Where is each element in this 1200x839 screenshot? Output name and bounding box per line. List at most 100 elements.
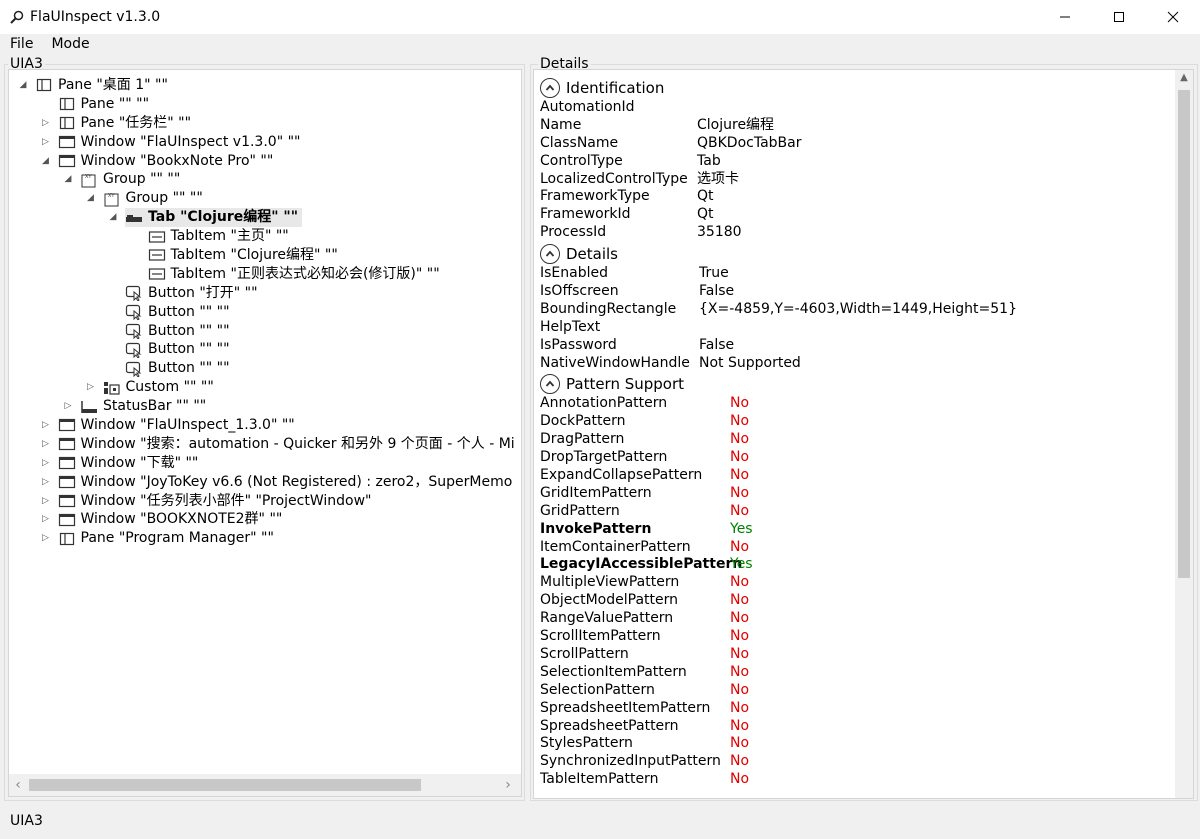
tree-item[interactable]: ▷ Window "FlaUInspect_1.3.0" "" xyxy=(9,416,521,435)
expand-arrow-icon[interactable]: ▷ xyxy=(40,416,52,434)
tree-node[interactable]: TabItem "主页" "" xyxy=(148,227,289,246)
tree-node[interactable]: XY Group "" "" xyxy=(80,170,180,189)
tree-item-label: Custom "" "" xyxy=(125,379,214,396)
expand-arrow-icon[interactable]: ▷ xyxy=(85,379,97,397)
property-value: False xyxy=(699,336,735,353)
tree-item[interactable]: ◢ Window "BookxNote Pro" "" xyxy=(9,152,521,171)
property-value: No xyxy=(730,717,750,734)
window-icon xyxy=(58,417,76,433)
tree-node[interactable]: Window "JoyToKey v6.6 (Not Registered) :… xyxy=(58,473,512,492)
tree-node[interactable]: Button "打开" "" xyxy=(125,284,258,303)
tree-node[interactable]: Window "BOOKXNOTE2群" "" xyxy=(58,510,282,529)
collapse-arrow-icon[interactable]: ◢ xyxy=(17,76,29,94)
tree-node[interactable]: Pane "" "" xyxy=(58,95,149,114)
tree-item[interactable]: ▷ Custom "" "" xyxy=(9,378,521,397)
collapse-arrow-icon[interactable]: ◢ xyxy=(62,171,74,189)
tree-item[interactable]: Button "打开" "" xyxy=(9,284,521,303)
scroll-left-icon[interactable]: ‹ xyxy=(9,777,27,793)
tree-node[interactable]: Pane "Program Manager" "" xyxy=(58,529,274,548)
tree-item[interactable]: ▷ Window "JoyToKey v6.6 (Not Registered) … xyxy=(9,473,521,492)
tabitem-icon xyxy=(148,266,166,282)
tree-item[interactable]: ◢ XY Group "" "" xyxy=(9,170,521,189)
tree-item[interactable]: TabItem "正则表达式必知必会(修订版)" "" xyxy=(9,265,521,284)
tree-node[interactable]: Pane "桌面 1" "" xyxy=(35,76,168,95)
tree-node[interactable]: Custom "" "" xyxy=(103,378,214,397)
vertical-scroll-thumb[interactable] xyxy=(1178,90,1190,578)
horizontal-scrollbar[interactable]: ‹ › xyxy=(9,774,521,796)
tree-item[interactable]: ◢ Tab "Clojure编程" "" xyxy=(9,208,521,228)
tree-item[interactable]: ▷ Window "BOOKXNOTE2群" "" xyxy=(9,510,521,529)
scroll-up-icon[interactable]: ▲ xyxy=(1175,72,1193,83)
menu-mode[interactable]: Mode xyxy=(41,34,99,54)
identification-section-header[interactable]: Identification xyxy=(540,77,1180,99)
tree-node[interactable]: TabItem "正则表达式必知必会(修订版)" "" xyxy=(148,265,440,284)
tree-item[interactable]: ◢ Pane "桌面 1" "" xyxy=(9,76,521,95)
tree-node[interactable]: Button "" "" xyxy=(125,303,230,322)
menu-file[interactable]: File xyxy=(0,34,41,54)
property-value: Clojure编程 xyxy=(697,116,775,133)
expand-arrow-icon[interactable]: ▷ xyxy=(40,114,52,132)
horizontal-scroll-thumb[interactable] xyxy=(29,779,421,791)
tree-node[interactable]: Window "任务列表小部件" "ProjectWindow" xyxy=(58,492,371,511)
tree-item[interactable]: Button "" "" xyxy=(9,303,521,322)
property-row: HelpText xyxy=(540,319,1180,337)
collapse-chevron-icon[interactable] xyxy=(540,374,560,395)
property-name: ScrollPattern xyxy=(540,645,629,662)
property-value: No xyxy=(730,538,750,555)
close-button[interactable] xyxy=(1146,0,1200,34)
expand-arrow-icon[interactable]: ▷ xyxy=(40,454,52,472)
scroll-right-icon[interactable]: › xyxy=(499,777,517,793)
property-row: DropTargetPattern No xyxy=(540,449,1180,467)
tree-item[interactable]: Pane "" "" xyxy=(9,95,521,114)
collapse-chevron-icon[interactable] xyxy=(540,78,560,98)
expand-arrow-icon[interactable]: ▷ xyxy=(40,473,52,491)
tree-item[interactable]: Button "" "" xyxy=(9,359,521,378)
tree-item[interactable]: ▷ Window "下载" "" xyxy=(9,454,521,473)
tree-item[interactable]: Button "" "" xyxy=(9,340,521,359)
tree-node[interactable]: Button "" "" xyxy=(125,359,230,378)
tree-node[interactable]: Window "搜索：automation - Quicker 和另外 9 个页… xyxy=(58,435,515,454)
selected-tree-node[interactable]: Tab "Clojure编程" "" xyxy=(125,208,302,228)
expand-arrow-icon[interactable]: ▷ xyxy=(40,492,52,510)
tree-item[interactable]: ▷ StatusBar "" "" xyxy=(9,397,521,416)
tree-item[interactable]: ◢ XY Group "" "" xyxy=(9,189,521,208)
tree-node[interactable]: Window "BookxNote Pro" "" xyxy=(58,152,273,171)
tree-item[interactable]: ▷ Pane "Program Manager" "" xyxy=(9,529,521,548)
tree-node[interactable]: Window "FlaUInspect v1.3.0" "" xyxy=(58,133,300,152)
property-name: ExpandCollapsePattern xyxy=(540,467,703,484)
tree-node[interactable]: Window "下载" "" xyxy=(58,454,198,473)
tree-node[interactable]: Button "" "" xyxy=(125,322,230,341)
tree-item[interactable]: ▷ Pane "任务栏" "" xyxy=(9,114,521,133)
expand-arrow-icon[interactable]: ▷ xyxy=(62,398,74,416)
tree-node[interactable]: XY Group "" "" xyxy=(103,189,203,208)
collapse-arrow-icon[interactable]: ◢ xyxy=(107,209,119,227)
collapse-chevron-icon[interactable] xyxy=(540,244,560,265)
tree-node[interactable]: StatusBar "" "" xyxy=(80,397,206,416)
expand-arrow-icon[interactable]: ▷ xyxy=(40,133,52,151)
tree-item[interactable]: Button "" "" xyxy=(9,322,521,341)
expand-arrow-icon[interactable]: ▷ xyxy=(40,511,52,529)
collapse-arrow-icon[interactable]: ◢ xyxy=(40,152,52,170)
details-section-header[interactable]: Details xyxy=(540,243,1180,265)
collapse-arrow-icon[interactable]: ◢ xyxy=(85,190,97,208)
tree-item[interactable]: ▷ Window "搜索：automation - Quicker 和另外 9 个… xyxy=(9,435,521,454)
tree-node[interactable]: Pane "任务栏" "" xyxy=(58,114,191,133)
tree-item[interactable]: ▷ Window "任务列表小部件" "ProjectWindow" xyxy=(9,492,521,511)
tree-node[interactable]: TabItem "Clojure编程" "" xyxy=(148,246,338,265)
tree-node[interactable]: Button "" "" xyxy=(125,340,230,359)
tree-item[interactable]: ▷ Window "FlaUInspect v1.3.0" "" xyxy=(9,133,521,152)
tree-item[interactable]: TabItem "Clojure编程" "" xyxy=(9,246,521,265)
vertical-scrollbar[interactable]: ▲ xyxy=(1175,70,1193,798)
minimize-button[interactable] xyxy=(1038,0,1092,34)
tree-node[interactable]: Window "FlaUInspect_1.3.0" "" xyxy=(58,416,295,435)
pattern-support-section-header[interactable]: Pattern Support xyxy=(540,373,1180,395)
button-icon xyxy=(125,361,143,377)
element-tree[interactable]: ◢ Pane "桌面 1" "" Pane "" "" ▷ Pane "任务栏" "" ▷… xyxy=(9,76,521,548)
statusbar-icon xyxy=(80,399,98,415)
maximize-button[interactable] xyxy=(1092,0,1146,34)
expand-arrow-icon[interactable]: ▷ xyxy=(40,435,52,453)
expand-arrow-icon[interactable]: ▷ xyxy=(40,530,52,548)
property-row: SynchronizedInputPattern No xyxy=(540,753,1180,771)
tree-item[interactable]: TabItem "主页" "" xyxy=(9,227,521,246)
